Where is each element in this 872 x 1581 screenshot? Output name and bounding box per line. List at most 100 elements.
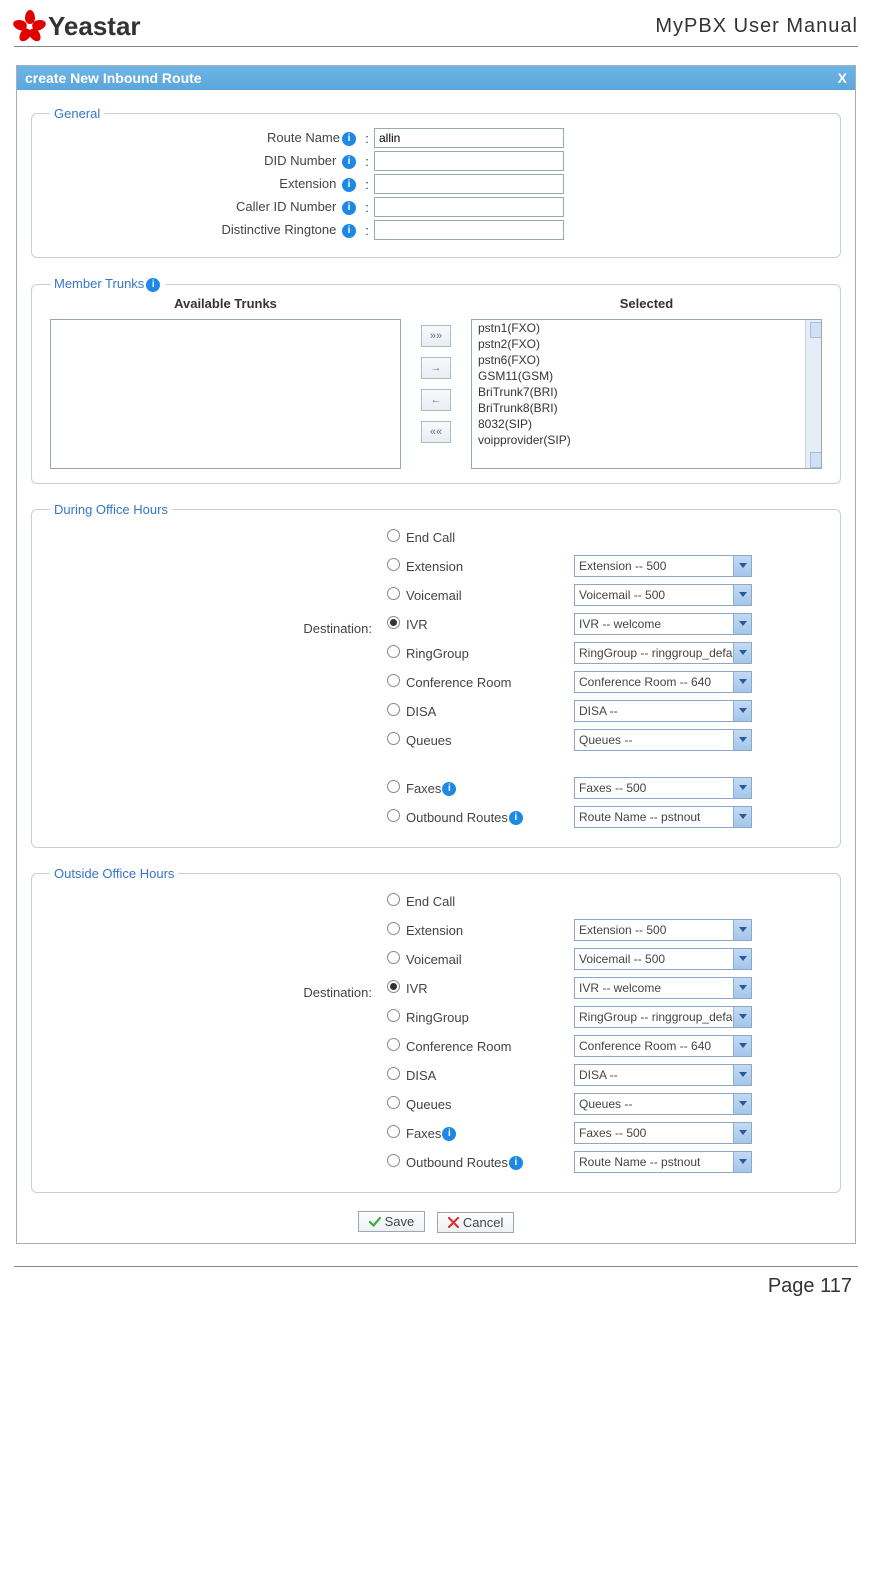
destination-select-confroom[interactable]: Conference Room -- 640	[574, 671, 752, 693]
route-name-input[interactable]	[374, 128, 564, 148]
available-trunks-list[interactable]	[50, 319, 401, 469]
cancel-button[interactable]: Cancel	[437, 1212, 514, 1233]
destination-select-ringgroup[interactable]: RingGroup -- ringgroup_defa	[574, 1006, 752, 1028]
scroll-up-icon[interactable]: ▴	[810, 322, 822, 338]
ringtone-input[interactable]	[374, 220, 564, 240]
chevron-down-icon	[733, 585, 751, 605]
chevron-down-icon	[733, 556, 751, 576]
destination-select-faxes[interactable]: Faxes -- 500	[574, 1122, 752, 1144]
destination-radio-extension[interactable]	[387, 922, 400, 935]
trunk-item[interactable]: GSM11(GSM)	[472, 368, 821, 384]
destination-select-voicemail[interactable]: Voicemail -- 500	[574, 584, 752, 606]
trunk-item[interactable]: voipprovider(SIP)	[472, 432, 821, 448]
move-right-button[interactable]: →	[421, 357, 451, 379]
extension-row: Extension i :	[50, 174, 822, 194]
destination-radio-outbound[interactable]	[387, 809, 400, 822]
destination-radio-end_call[interactable]	[387, 529, 400, 542]
destination-radio-faxes[interactable]	[387, 1125, 400, 1138]
destination-select-outbound[interactable]: Route Name -- pstnout	[574, 806, 752, 828]
destination-select-disa[interactable]: DISA --	[574, 700, 752, 722]
destination-select-ringgroup[interactable]: RingGroup -- ringgroup_defa	[574, 642, 752, 664]
destination-select-voicemail[interactable]: Voicemail -- 500	[574, 948, 752, 970]
page-header: Yeastar MyPBX User Manual	[14, 10, 858, 47]
caller-id-input[interactable]	[374, 197, 564, 217]
destination-radio-confroom[interactable]	[387, 1038, 400, 1051]
destination-select-faxes[interactable]: Faxes -- 500	[574, 777, 752, 799]
scroll-down-icon[interactable]: ▾	[810, 452, 822, 468]
destination-row-ivr: IVRIVR -- welcome	[380, 611, 822, 637]
destination-row-ringgroup: RingGroupRingGroup -- ringgroup_defa	[380, 1004, 822, 1030]
chevron-down-icon	[733, 978, 751, 998]
destination-radio-faxes[interactable]	[387, 780, 400, 793]
move-left-button[interactable]: ←	[421, 389, 451, 411]
destination-row-disa: DISADISA --	[380, 698, 822, 724]
info-icon[interactable]: i	[509, 811, 523, 825]
destination-radio-end_call[interactable]	[387, 893, 400, 906]
selected-trunks-list[interactable]: pstn1(FXO)pstn2(FXO)pstn6(FXO)GSM11(GSM)…	[471, 319, 822, 469]
destination-row-end_call: End Call	[380, 888, 822, 914]
info-icon[interactable]: i	[342, 201, 356, 215]
destination-select-extension[interactable]: Extension -- 500	[574, 555, 752, 577]
destination-radio-voicemail[interactable]	[387, 587, 400, 600]
destination-select-queues[interactable]: Queues --	[574, 1093, 752, 1115]
destination-radio-voicemail[interactable]	[387, 951, 400, 964]
chevron-down-icon	[733, 1152, 751, 1172]
ringtone-label: Distinctive Ringtone	[221, 222, 336, 237]
destination-radio-disa[interactable]	[387, 1067, 400, 1080]
trunk-item[interactable]: 8032(SIP)	[472, 416, 821, 432]
move-all-left-button[interactable]: ««	[421, 421, 451, 443]
destination-radio-queues[interactable]	[387, 732, 400, 745]
chevron-down-icon	[733, 672, 751, 692]
destination-radio-outbound[interactable]	[387, 1154, 400, 1167]
destination-select-disa[interactable]: DISA --	[574, 1064, 752, 1086]
destination-row-outbound: Outbound RoutesiRoute Name -- pstnout	[380, 804, 822, 830]
destination-select-ivr[interactable]: IVR -- welcome	[574, 613, 752, 635]
chevron-down-icon	[733, 701, 751, 721]
trunk-item[interactable]: pstn6(FXO)	[472, 352, 821, 368]
info-icon[interactable]: i	[342, 224, 356, 238]
trunk-item[interactable]: pstn2(FXO)	[472, 336, 821, 352]
info-icon[interactable]: i	[442, 782, 456, 796]
destination-label-disa: DISA	[406, 704, 574, 719]
info-icon[interactable]: i	[342, 132, 356, 146]
cross-icon	[448, 1217, 459, 1228]
info-icon[interactable]: i	[442, 1127, 456, 1141]
destination-select-queues[interactable]: Queues --	[574, 729, 752, 751]
check-icon	[369, 1216, 381, 1228]
destination-row-voicemail: VoicemailVoicemail -- 500	[380, 946, 822, 972]
chevron-down-icon	[733, 1036, 751, 1056]
brand-name: Yeastar	[48, 11, 141, 42]
chevron-down-icon	[733, 807, 751, 827]
destination-radio-extension[interactable]	[387, 558, 400, 571]
destination-radio-disa[interactable]	[387, 703, 400, 716]
info-icon[interactable]: i	[342, 178, 356, 192]
destination-row-disa: DISADISA --	[380, 1062, 822, 1088]
move-all-right-button[interactable]: »»	[421, 325, 451, 347]
trunk-item[interactable]: BriTrunk8(BRI)	[472, 400, 821, 416]
destination-select-outbound[interactable]: Route Name -- pstnout	[574, 1151, 752, 1173]
destination-radio-queues[interactable]	[387, 1096, 400, 1109]
save-button[interactable]: Save	[358, 1211, 426, 1232]
destination-radio-ivr[interactable]	[387, 616, 400, 629]
destination-radio-confroom[interactable]	[387, 674, 400, 687]
info-icon[interactable]: i	[146, 278, 160, 292]
destination-row-extension: ExtensionExtension -- 500	[380, 553, 822, 579]
chevron-down-icon	[733, 614, 751, 634]
trunk-item[interactable]: BriTrunk7(BRI)	[472, 384, 821, 400]
destination-radio-ringgroup[interactable]	[387, 1009, 400, 1022]
scrollbar[interactable]: ▴ ▾	[805, 320, 821, 468]
trunk-item[interactable]: pstn1(FXO)	[472, 320, 821, 336]
extension-input[interactable]	[374, 174, 564, 194]
chevron-down-icon	[733, 920, 751, 940]
destination-radio-ivr[interactable]	[387, 980, 400, 993]
chevron-down-icon	[733, 1094, 751, 1114]
destination-select-extension[interactable]: Extension -- 500	[574, 919, 752, 941]
destination-label-outbound: Outbound Routesi	[406, 810, 574, 826]
info-icon[interactable]: i	[509, 1156, 523, 1170]
close-button[interactable]: X	[838, 70, 847, 86]
destination-radio-ringgroup[interactable]	[387, 645, 400, 658]
destination-select-ivr[interactable]: IVR -- welcome	[574, 977, 752, 999]
info-icon[interactable]: i	[342, 155, 356, 169]
did-number-input[interactable]	[374, 151, 564, 171]
destination-select-confroom[interactable]: Conference Room -- 640	[574, 1035, 752, 1057]
